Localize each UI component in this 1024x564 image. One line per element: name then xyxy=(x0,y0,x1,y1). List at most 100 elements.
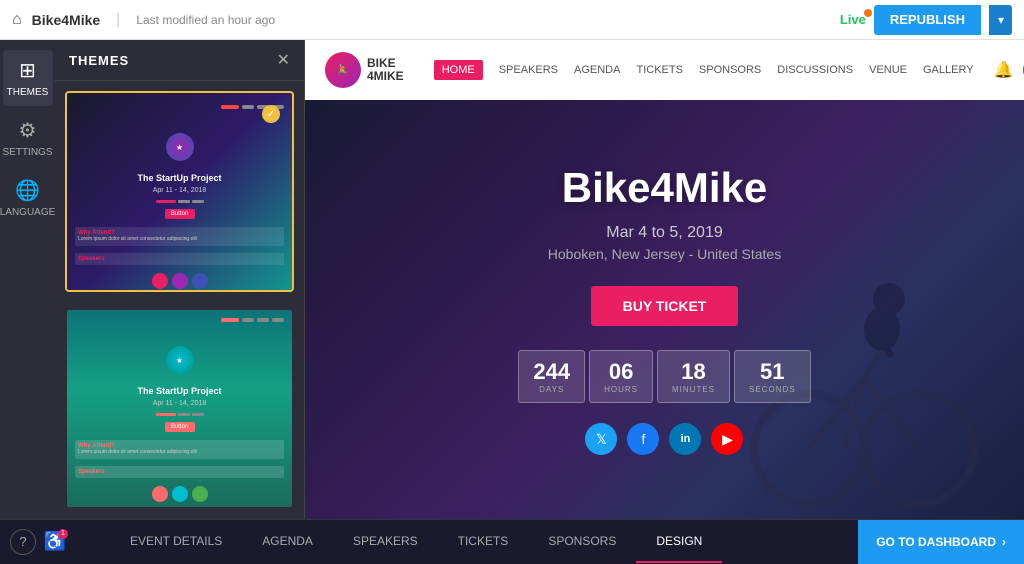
youtube-icon[interactable]: ▶ xyxy=(711,423,743,455)
speaker-avatar-3 xyxy=(192,273,208,289)
go-to-dashboard-button[interactable]: GO TO DASHBOARD › xyxy=(858,520,1024,564)
hero-title: Bike4Mike xyxy=(518,164,810,212)
republish-button[interactable]: REPUBLISH xyxy=(874,5,981,35)
linkedin-icon[interactable]: in xyxy=(669,423,701,455)
buy-ticket-button[interactable]: BUY TICKET xyxy=(591,286,739,326)
countdown-hours: 06 HOURS xyxy=(589,350,653,403)
tab-event-details[interactable]: EVENT DETAILS xyxy=(110,520,242,563)
nav-venue[interactable]: VENUE xyxy=(869,64,907,76)
hero-content: Bike4Mike Mar 4 to 5, 2019 Hoboken, New … xyxy=(518,164,810,455)
nav-sponsors[interactable]: SPONSORS xyxy=(699,64,761,76)
preview-nav: 🚴 BIKE 4MIKE HOME SPEAKERS AGENDA TICKET… xyxy=(305,40,1024,100)
twitter-icon[interactable]: 𝕏 xyxy=(585,423,617,455)
tab-design[interactable]: DESIGN xyxy=(636,520,722,563)
notif-badge: 1 xyxy=(58,529,68,539)
last-modified: Last modified an hour ago xyxy=(136,13,275,27)
live-dot xyxy=(864,9,872,17)
bottom-tabs: EVENT DETAILS AGENDA SPEAKERS TICKETS SP… xyxy=(55,520,858,563)
themes-list: ✓ ★ The StartUp Project Apr 11 - xyxy=(55,81,304,519)
bell-icon[interactable]: 🔔 xyxy=(994,60,1014,80)
live-badge: Live xyxy=(840,12,866,27)
horizon-thumb-btn: Button xyxy=(165,209,195,219)
hero-location: Hoboken, New Jersey - United States xyxy=(518,246,810,262)
sidebar-item-themes-label: THEMES xyxy=(7,87,49,98)
logo-icon: 🚴 xyxy=(325,52,361,88)
horizon-why-attend: Why Attend? Lorem ipsum dolor sit amet c… xyxy=(75,227,284,246)
horizon-thumb-title: The StartUp Project xyxy=(75,173,284,183)
sidebar-item-language[interactable]: 🌐 LANGUAGE xyxy=(3,170,53,226)
nav-agenda[interactable]: AGENDA xyxy=(574,64,620,76)
nav-speakers[interactable]: SPEAKERS xyxy=(499,64,558,76)
logo-text: BIKE 4MIKE xyxy=(367,57,404,83)
nav-items: HOME SPEAKERS AGENDA TICKETS SPONSORS DI… xyxy=(434,60,974,80)
speaker-avatar-1 xyxy=(152,273,168,289)
tab-sponsors[interactable]: SPONSORS xyxy=(528,520,636,563)
nav-right: 🔔 🌐 ENGLISH xyxy=(994,56,1024,84)
thumb-nav xyxy=(75,105,284,109)
home-icon[interactable]: ⌂ xyxy=(12,11,22,29)
facebook-icon[interactable]: f xyxy=(627,423,659,455)
countdown-days: 244 DAYS xyxy=(518,350,585,403)
social-icons: 𝕏 f in ▶ xyxy=(518,423,810,455)
coral-why-attend: Why Attend? Lorem ipsum dolor sit amet c… xyxy=(75,440,284,459)
coral-speaker-3 xyxy=(192,486,208,502)
go-to-dashboard-label: GO TO DASHBOARD xyxy=(876,535,996,549)
republish-dropdown-button[interactable]: ▾ xyxy=(989,5,1012,35)
horizon-thumb-date: Apr 11 - 14, 2018 xyxy=(75,187,284,194)
coral-nav-dot-active xyxy=(221,318,239,322)
bottom-bar: ? ♿ 1 EVENT DETAILS AGENDA SPEAKERS TICK… xyxy=(0,519,1024,563)
sidebar-item-language-label: LANGUAGE xyxy=(0,207,55,218)
countdown-seconds: 51 SECONDS xyxy=(734,350,811,403)
settings-icon: ⚙ xyxy=(19,118,37,143)
preview-area: 🚴 BIKE 4MIKE HOME SPEAKERS AGENDA TICKET… xyxy=(305,40,1024,519)
selected-check: ✓ xyxy=(262,105,280,123)
tab-speakers[interactable]: SPEAKERS xyxy=(333,520,438,563)
coral-nav-dot-1 xyxy=(242,318,254,322)
sidebar-item-themes[interactable]: ⊞ THEMES xyxy=(3,50,53,106)
countdown-minutes: 18 MINUTES xyxy=(657,350,730,403)
theme-horizon[interactable]: ✓ ★ The StartUp Project Apr 11 - xyxy=(65,91,294,292)
coral-thumbnail: ★ The StartUp Project Apr 11 - 14, 2018 … xyxy=(67,310,292,509)
horizon-speakers-section: Speakers xyxy=(75,253,284,265)
sidebar-item-settings-label: SETTINGS xyxy=(3,147,53,158)
themes-close-button[interactable]: ✕ xyxy=(277,50,290,70)
theme-coral[interactable]: ★ The StartUp Project Apr 11 - 14, 2018 … xyxy=(65,308,294,509)
sidebar-item-settings[interactable]: ⚙ SETTINGS xyxy=(3,110,53,166)
speaker-avatar-2 xyxy=(172,273,188,289)
language-icon: 🌐 xyxy=(15,178,40,203)
coral-thumb-date: Apr 11 - 14, 2018 xyxy=(75,400,284,407)
thumb-nav-dot-active xyxy=(221,105,239,109)
coral-thumb-btn: Button xyxy=(165,422,195,432)
coral-speaker-2 xyxy=(172,486,188,502)
preview-logo: 🚴 BIKE 4MIKE xyxy=(325,52,404,88)
hero-date: Mar 4 to 5, 2019 xyxy=(518,224,810,242)
themes-panel: THEMES ✕ ✓ ★ xyxy=(55,40,305,519)
top-bar: ⌂ Bike4Mike | Last modified an hour ago … xyxy=(0,0,1024,40)
help-button[interactable]: ? xyxy=(10,529,36,555)
nav-gallery[interactable]: GALLERY xyxy=(923,64,974,76)
sidebar: ⊞ THEMES ⚙ SETTINGS 🌐 LANGUAGE xyxy=(0,40,55,519)
countdown: 244 DAYS 06 HOURS 18 MINUTES 51 SECONDS xyxy=(518,350,810,403)
tab-tickets[interactable]: TICKETS xyxy=(438,520,529,563)
site-name: Bike4Mike xyxy=(32,12,100,28)
coral-thumb-speakers xyxy=(75,486,284,502)
accessibility-button[interactable]: ♿ 1 xyxy=(42,529,68,555)
go-to-dashboard-arrow: › xyxy=(1002,535,1006,549)
nav-discussions[interactable]: DISCUSSIONS xyxy=(777,64,853,76)
preview-hero: Bike4Mike Mar 4 to 5, 2019 Hoboken, New … xyxy=(305,100,1024,519)
coral-thumb-nav xyxy=(75,318,284,322)
themes-title: THEMES xyxy=(69,53,129,68)
horizon-thumbnail: ✓ ★ The StartUp Project Apr 11 - xyxy=(67,93,292,292)
themes-panel-header: THEMES ✕ xyxy=(55,40,304,81)
coral-speaker-1 xyxy=(152,486,168,502)
main-layout: ⊞ THEMES ⚙ SETTINGS 🌐 LANGUAGE THEMES ✕ … xyxy=(0,40,1024,519)
coral-nav-dot-3 xyxy=(272,318,284,322)
tab-agenda[interactable]: AGENDA xyxy=(242,520,333,563)
nav-tickets[interactable]: TICKETS xyxy=(636,64,682,76)
coral-speakers-section: Speakers xyxy=(75,466,284,478)
top-bar-divider: | xyxy=(116,11,120,29)
horizon-thumb-speakers xyxy=(75,273,284,289)
thumb-nav-dot-1 xyxy=(242,105,254,109)
nav-home[interactable]: HOME xyxy=(434,60,483,80)
themes-icon: ⊞ xyxy=(19,58,36,83)
